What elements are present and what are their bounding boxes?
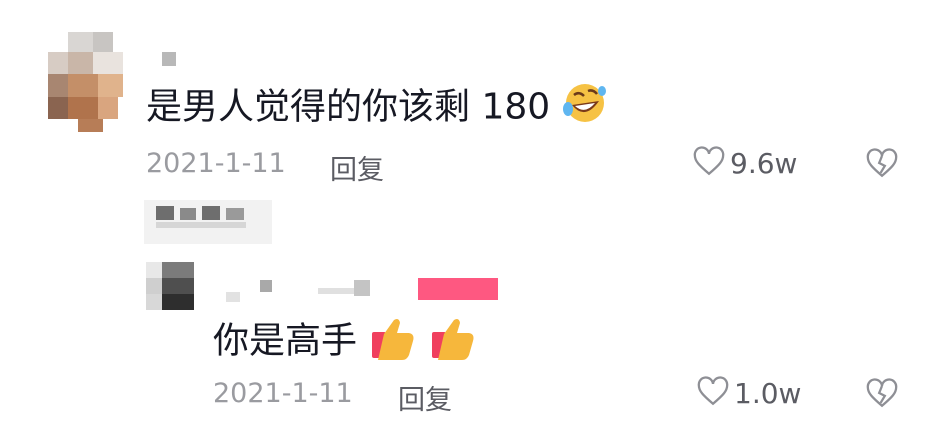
heart-icon [696, 374, 730, 412]
reply-avatar[interactable] [146, 262, 194, 310]
reply-like-count: 1.0w [734, 376, 802, 410]
avatar[interactable] [48, 32, 128, 132]
reply-text-content: 你是高手 [213, 320, 358, 362]
reply-badge [418, 278, 498, 300]
heart-icon [692, 144, 726, 182]
thumbs-up-icon [368, 314, 416, 371]
author-liked-tag [144, 200, 272, 244]
comment-text: 是男人觉得的你该剩 180 [146, 81, 608, 136]
comment-date: 2021-1-11 [146, 148, 286, 179]
reply-like-button[interactable]: 1.0w [696, 374, 801, 412]
reply-text: 你是高手 [213, 314, 476, 371]
reply-button[interactable]: 回复 [330, 148, 384, 187]
reply-dislike-button[interactable] [864, 376, 900, 414]
reply-reply-button[interactable]: 回复 [398, 378, 452, 417]
comment-text-content: 是男人觉得的你该剩 180 [146, 86, 551, 128]
username[interactable] [162, 52, 176, 66]
thumbs-up-icon [428, 314, 476, 371]
reply-date: 2021-1-11 [213, 378, 353, 409]
broken-heart-icon [864, 148, 900, 184]
rolling-laughing-emoji-icon [562, 81, 608, 136]
like-button[interactable]: 9.6w [692, 144, 797, 182]
like-count: 9.6w [730, 146, 798, 180]
dislike-button[interactable] [864, 146, 900, 184]
reply-username[interactable] [226, 276, 386, 304]
broken-heart-icon [864, 378, 900, 414]
